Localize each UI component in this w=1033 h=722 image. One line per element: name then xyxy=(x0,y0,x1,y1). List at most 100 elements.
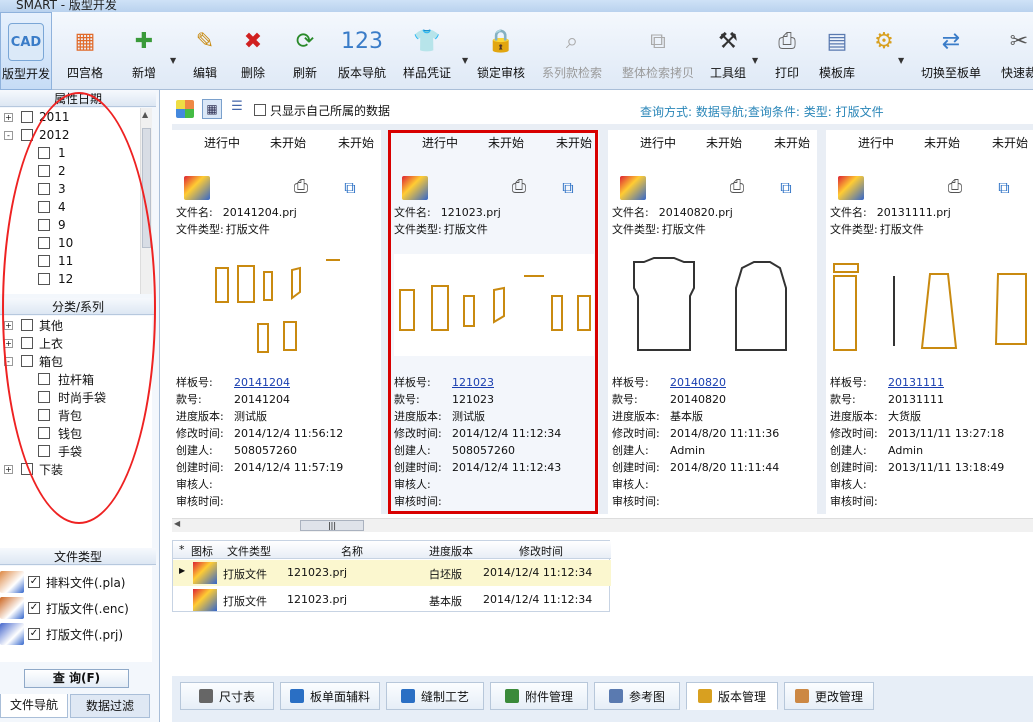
table-row[interactable]: 打版文件 121023.prj 基本版 2014/12/4 11:12:34 xyxy=(173,587,611,613)
pattern-thumbnail[interactable] xyxy=(176,254,376,356)
grid-header-cell[interactable]: 图标 xyxy=(191,543,213,559)
card-view-icon[interactable]: ▦ xyxy=(202,99,222,119)
bottom-tab[interactable]: 尺寸表 xyxy=(180,682,274,710)
card-field: 审核时间: xyxy=(612,493,670,509)
toolbar-label: 工具组 xyxy=(709,66,746,80)
refresh-icon: ⟳ xyxy=(295,28,315,54)
filetype-row: 文件类型: 打版文件 xyxy=(612,221,706,237)
bottom-tab[interactable]: 缝制工艺 xyxy=(386,682,484,710)
filetype-item[interactable]: ✓ 打版文件(.enc) xyxy=(0,596,129,620)
scissors-icon: ✂ xyxy=(1009,28,1029,54)
toolbar-button-0[interactable]: CAD 版型开发 xyxy=(0,12,52,90)
expand-icon[interactable]: + xyxy=(4,112,13,122)
toolbar-button-5[interactable]: ⟳ 刷新 xyxy=(280,12,330,90)
edit-file-icon[interactable] xyxy=(184,176,210,200)
filetype-list: ✓ 排料文件(.pla) ✓ 打版文件(.enc) ✓ 打版文件(.prj) xyxy=(0,566,152,662)
expand-icon[interactable]: + xyxy=(4,464,13,474)
dropdown-arrow-icon[interactable]: ▼ xyxy=(898,56,904,65)
field-value: 20140820 xyxy=(670,393,726,406)
file-card[interactable]: 进行中 未开始 未开始 ⎙ ⧉ 文件名: 20131111.prj 文件类型: 打版文件 样板号:… xyxy=(826,130,1033,514)
field-label: 款号: xyxy=(830,393,856,406)
tab-label: 版本管理 xyxy=(717,689,766,704)
sample-link[interactable]: 20131111 xyxy=(888,376,944,389)
grid-header-cell[interactable]: 名称 xyxy=(341,543,363,559)
pattern-thumbnail[interactable] xyxy=(612,254,812,356)
edit-file-icon[interactable] xyxy=(838,176,864,200)
filetype-item[interactable]: ✓ 打版文件(.prj) xyxy=(0,622,123,646)
main-toolbar: CAD 版型开发 ▦ 四宫格 ✚ 新增 ✎ 编辑 ✖ 删除 ⟳ 刷新 123 版本导航 👕 样品凭证 🔒 锁定审核… xyxy=(0,12,1033,90)
field-label: 审核时间: xyxy=(612,495,660,508)
table-row[interactable]: ▶ 打版文件 121023.prj 白坯版 2014/12/4 11:12:34 xyxy=(173,560,611,586)
edit-file-icon[interactable] xyxy=(620,176,646,200)
filetype-item[interactable]: ✓ 排料文件(.pla) xyxy=(0,570,125,594)
field-label: 修改时间: xyxy=(176,427,224,440)
toolbar-button-4[interactable]: ✖ 删除 xyxy=(228,12,278,90)
dropdown-arrow-icon[interactable]: ▼ xyxy=(170,56,176,65)
toolbar-button-16[interactable]: ✂ 快速裁 xyxy=(996,12,1033,90)
bottom-tab[interactable]: 版本管理 xyxy=(686,682,778,710)
template-icon: ▤ xyxy=(826,28,848,54)
filetype-checkbox[interactable]: ✓ xyxy=(28,602,40,614)
card-hscrollbar[interactable]: ◀ ||| xyxy=(172,518,1033,532)
file-card[interactable]: 进行中 未开始 未开始 ⎙ ⧉ 文件名: 20140820.prj 文件类型: 打版文件 样板号:… xyxy=(608,130,817,514)
filename-label: 文件名: xyxy=(612,206,649,219)
toolbar-button-3[interactable]: ✎ 编辑 xyxy=(180,12,230,90)
toolbar-button-6[interactable]: 123 版本导航 xyxy=(334,12,390,90)
toolbar-button-1[interactable]: ▦ 四宫格 xyxy=(60,12,110,90)
printer-icon[interactable]: ⎙ xyxy=(290,176,312,198)
tab-label: 参考图 xyxy=(628,689,665,704)
card-field: 修改时间: 2013/11/11 13:27:18 xyxy=(830,425,1004,441)
own-data-checkbox[interactable] xyxy=(254,104,266,116)
pattern-thumbnail[interactable] xyxy=(830,254,1030,356)
tree-checkbox[interactable] xyxy=(21,111,33,123)
add-copy-icon[interactable]: ⧉ xyxy=(774,178,798,200)
tab-file-nav[interactable]: 文件导航 xyxy=(0,694,68,718)
own-data-label: 只显示自己所属的数据 xyxy=(270,104,391,118)
toolbar-button-13[interactable]: ▤ 模板库 xyxy=(812,12,862,90)
bottom-tab[interactable]: 板单面辅料 xyxy=(280,682,380,710)
status-label: 进行中 xyxy=(204,136,241,150)
toolbar-label: 样品凭证 xyxy=(402,66,451,80)
toolbar-button-14[interactable]: ⚙ xyxy=(866,12,902,90)
bottom-tab[interactable]: 附件管理 xyxy=(490,682,588,710)
toolbar-button-15[interactable]: ⇄ 切换至板单 xyxy=(910,12,992,90)
file-card[interactable]: 进行中 未开始 未开始 ⎙ ⧉ 文件名: 20141204.prj 文件类型: 打版文件 样板号:… xyxy=(172,130,381,514)
grid-view-icon[interactable] xyxy=(176,100,194,118)
grid-header-cell[interactable]: 文件类型 xyxy=(227,543,271,559)
dropdown-arrow-icon[interactable]: ▼ xyxy=(752,56,758,65)
toolbar-button-12[interactable]: ⎙ 打印 xyxy=(766,12,808,90)
filetype-checkbox[interactable]: ✓ xyxy=(28,628,40,640)
grid-header-cell[interactable]: 进度版本 xyxy=(429,543,473,559)
grid-header-cell[interactable]: 修改时间 xyxy=(519,543,563,559)
tab-icon xyxy=(697,689,712,703)
dropdown-arrow-icon[interactable]: ▼ xyxy=(462,56,468,65)
current-row-icon: ▶ xyxy=(179,566,186,575)
tab-icon xyxy=(289,689,304,703)
card-field: 修改时间: 2014/8/20 11:11:36 xyxy=(612,425,779,441)
window-title: SMART - 版型开发 xyxy=(16,0,117,12)
add-copy-icon[interactable]: ⧉ xyxy=(338,178,362,200)
bottom-tab[interactable]: 更改管理 xyxy=(784,682,874,710)
tab-icon xyxy=(794,689,809,703)
query-button[interactable]: 查 询(F) xyxy=(24,669,129,688)
toolbar-button-11[interactable]: ⚒ 工具组 xyxy=(700,12,756,90)
bottom-tab[interactable]: 参考图 xyxy=(594,682,680,710)
expand-icon[interactable]: - xyxy=(4,130,13,140)
printer-icon[interactable]: ⎙ xyxy=(726,176,748,198)
sample-link[interactable]: 20141204 xyxy=(234,376,290,389)
toolbar-button-7[interactable]: 👕 样品凭证 xyxy=(396,12,458,90)
printer-icon[interactable]: ⎙ xyxy=(944,176,966,198)
toolbar-button-10[interactable]: ⧉ 整体检索拷贝 xyxy=(616,12,700,90)
list-view-icon[interactable]: ☰ xyxy=(228,99,246,117)
toolbar-button-2[interactable]: ✚ 新增 xyxy=(120,12,168,90)
filetype-checkbox[interactable]: ✓ xyxy=(28,576,40,588)
sample-link[interactable]: 20140820 xyxy=(670,376,726,389)
card-field: 款号: 20140820 xyxy=(612,391,726,407)
add-copy-icon[interactable]: ⧉ xyxy=(992,178,1016,200)
field-label: 款号: xyxy=(176,393,202,406)
title-bar: SMART - 版型开发 xyxy=(0,0,1033,12)
filetype-label: 文件类型: xyxy=(830,223,878,236)
toolbar-button-9[interactable]: ⌕ 系列款检索 xyxy=(536,12,608,90)
toolbar-button-8[interactable]: 🔒 锁定审核 xyxy=(472,12,530,90)
tab-data-filter[interactable]: 数据过滤 xyxy=(70,694,150,718)
